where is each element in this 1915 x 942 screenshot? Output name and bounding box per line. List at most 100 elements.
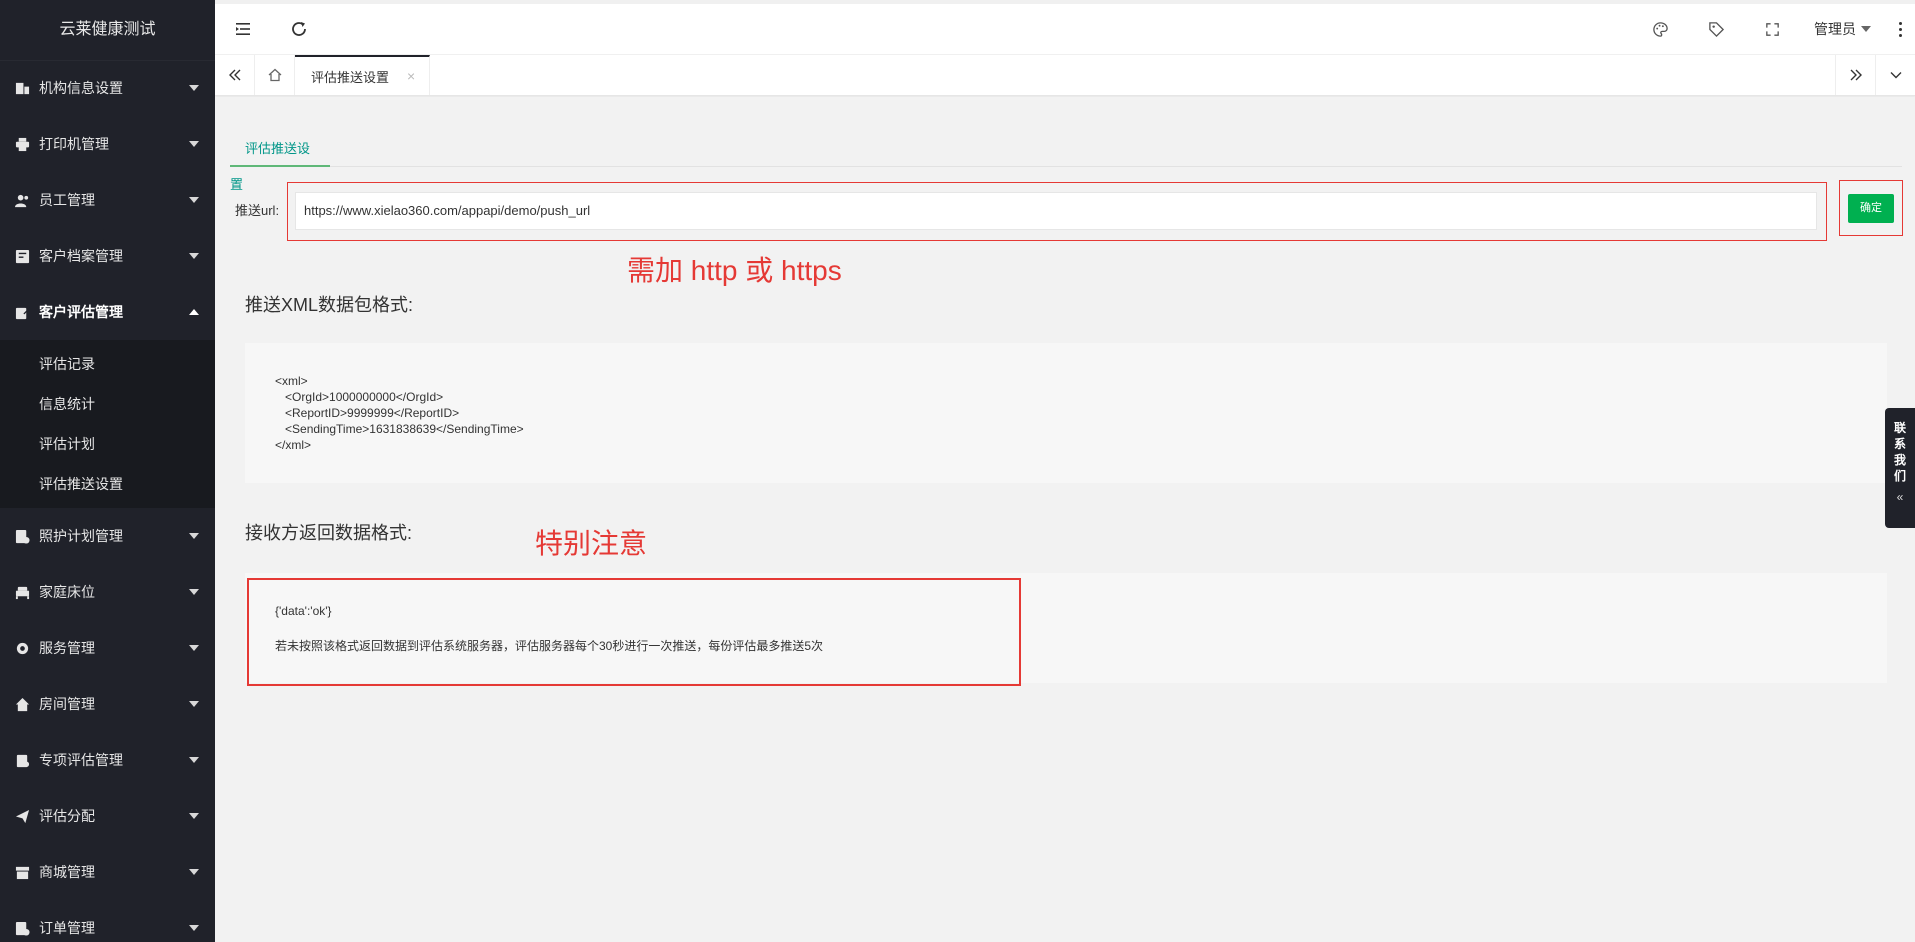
sidebar-item-label: 商城管理 [39,864,95,880]
sidebar-item-9[interactable]: 专项评估管理 [0,732,215,788]
tabbar-right [1835,55,1915,95]
sidebar-item-label: 房间管理 [39,696,95,712]
contact-char: 系 [1893,437,1906,451]
building-icon [14,80,30,96]
url-annotation-box: https://www.xielao360.com/appapi/demo/pu… [287,182,1827,241]
push-url-label: 推送url: [235,203,280,218]
double-chevron-left-icon [228,69,240,81]
sidebar-item-label: 打印机管理 [39,136,109,152]
sidebar-item-1[interactable]: 打印机管理 [0,116,215,172]
menu-fold-icon [236,23,250,35]
theme-button[interactable] [1632,4,1688,54]
caret-down-icon [189,197,199,203]
header-right: 管理员 [1632,4,1915,54]
sidebar-item-11[interactable]: 商城管理 [0,844,215,900]
caret-down-icon [189,85,199,91]
more-dot-icon [1898,21,1902,25]
sidebar-item-label: 客户评估管理 [39,304,123,320]
fullscreen-icon [1765,22,1779,36]
collapse-sidebar-button[interactable] [215,4,271,54]
caret-down-icon [189,925,199,931]
app-title: 云莱健康测试 [0,0,215,60]
caret-down-icon [189,253,199,259]
sidebar-item-4[interactable]: 客户评估管理 [0,284,215,340]
tab-bar: 评估推送设置 × [215,55,1915,96]
clipboard-icon [14,752,30,768]
double-chevron-left-icon: « [1896,490,1904,504]
tab-label: 评估推送设置 [311,69,390,85]
more-button[interactable] [1885,4,1915,54]
refresh-icon [292,22,306,36]
close-icon[interactable]: × [407,68,415,84]
sidebar-item-label: 专项评估管理 [39,752,123,768]
sidebar-item-8[interactable]: 房间管理 [0,676,215,732]
tag-icon [1708,21,1724,37]
sidebar-subitem-3[interactable]: 评估推送设置 [0,464,215,504]
top-header: 管理员 [215,0,1915,55]
xml-code-block: <xml> <OrgId>1000000000</OrgId> <ReportI… [245,343,1887,483]
xml-line: <SendingTime>1631838639</SendingTime> [275,422,524,436]
home-tab-button[interactable] [255,55,295,95]
sidebar-item-label: 订单管理 [39,920,95,936]
sidebar-item-0[interactable]: 机构信息设置 [0,60,215,116]
caret-down-icon [1861,26,1871,32]
admin-dropdown[interactable]: 管理员 [1800,4,1885,54]
special-note: 特别注意 [535,528,648,559]
caret-up-icon [189,309,199,315]
caret-down-icon [189,141,199,147]
caret-down-icon [189,533,199,539]
care-icon [14,528,30,544]
sidebar-item-label: 评估分配 [39,808,95,824]
fullscreen-button[interactable] [1744,4,1800,54]
caret-down-icon [189,869,199,875]
sidebar-subitem-1[interactable]: 信息统计 [0,384,215,424]
tag-button[interactable] [1688,4,1744,54]
xml-format-title: 推送XML数据包格式: [245,295,414,315]
bed-icon [14,584,30,600]
contact-us-button[interactable]: 联系我们 « [1885,408,1915,528]
xml-line: <OrgId>1000000000</OrgId> [275,390,444,404]
response-description: 若未按照该格式返回数据到评估系统服务器，评估服务器每个30秒进行一次推送，每份评… [275,639,824,653]
tabs-scroll-right-button[interactable] [1835,55,1875,95]
push-url-form: 推送url: https://www.xielao360.com/appapi/… [215,180,1915,241]
sidebar-subitem-0[interactable]: 评估记录 [0,344,215,384]
http-note: 需加 http 或 https [627,255,842,286]
tabs-menu-button[interactable] [1875,55,1915,95]
house-icon [14,696,30,712]
refresh-button[interactable] [271,4,327,54]
tab-push-settings[interactable]: 评估推送设置 × [295,55,431,95]
users-icon [14,192,30,208]
sidebar-subitem-2[interactable]: 评估计划 [0,424,215,464]
sidebar-item-6[interactable]: 家庭床位 [0,564,215,620]
xml-line: </xml> [275,438,312,452]
push-url-input[interactable]: https://www.xielao360.com/appapi/demo/pu… [295,192,1817,230]
sidebar-item-7[interactable]: 服务管理 [0,620,215,676]
sidebar-item-label: 家庭床位 [39,584,95,600]
sidebar-item-10[interactable]: 评估分配 [0,788,215,844]
response-annotation-box [247,578,1021,686]
response-json: {'data':'ok'} [275,604,332,618]
sidebar-item-12[interactable]: 订单管理 [0,900,215,942]
printer-icon [14,136,30,152]
sub-tab-push-settings[interactable]: 评估推送设置 [230,131,330,192]
confirm-button[interactable]: 确定 [1848,194,1894,223]
sidebar-item-5[interactable]: 照护计划管理 [0,508,215,564]
contact-char: 联 [1893,421,1906,435]
sidebar-item-label: 员工管理 [39,192,95,208]
xml-line: <ReportID>9999999</ReportID> [275,406,460,420]
palette-icon [1652,21,1668,37]
caret-down-icon [189,813,199,819]
tabs-scroll-left-button[interactable] [215,55,255,95]
sidebar-item-2[interactable]: 员工管理 [0,172,215,228]
sidebar: 云莱健康测试 机构信息设置打印机管理员工管理客户档案管理 客户评估管理评估记录 信息… [0,0,215,942]
admin-label: 管理员 [1814,21,1856,37]
sidebar-item-label: 客户档案管理 [39,248,123,264]
sidebar-item-3[interactable]: 客户档案管理 [0,228,215,284]
sidebar-item-label: 照护计划管理 [39,528,123,544]
profile-icon [14,248,30,264]
confirm-annotation-box: 确定 [1839,180,1903,236]
response-format-title: 接收方返回数据格式: [245,523,413,543]
main-content: 评估推送设置 推送url: https://www.xielao360.com/… [215,97,1915,942]
contact-char: 们 [1893,469,1906,483]
caret-down-icon [189,645,199,651]
